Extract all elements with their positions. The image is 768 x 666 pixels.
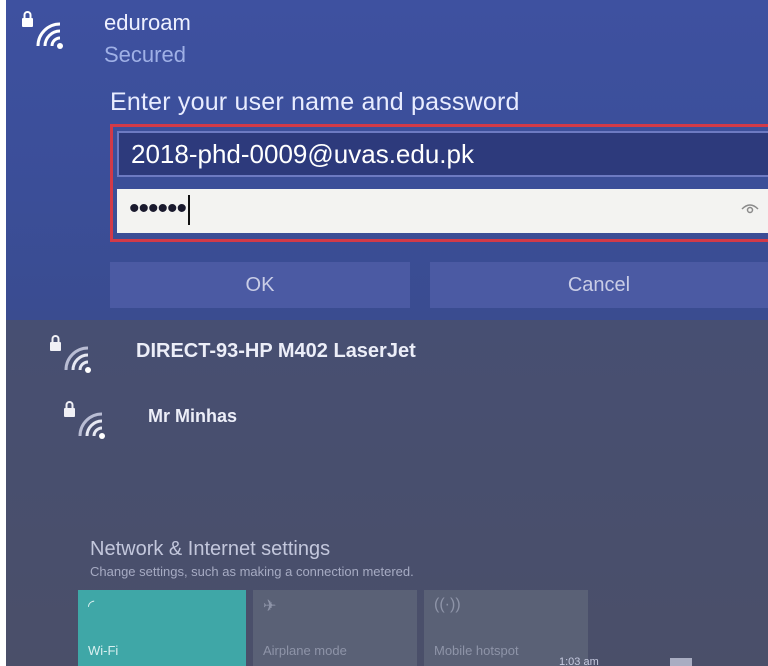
username-value: 2018-phd-0009@uvas.edu.pk (131, 139, 474, 169)
taskbar-clock[interactable]: 1:03 am (559, 656, 599, 666)
wifi-secured-icon (50, 335, 91, 373)
network-settings-description: Change settings, such as making a connec… (90, 564, 414, 579)
selected-network-name: eduroam (104, 10, 191, 35)
airplane-icon: ✈ (263, 598, 277, 615)
mobile-hotspot-tile[interactable]: ((·)) Mobile hotspot (424, 590, 588, 666)
network-flyout: eduroam Secured Enter your user name and… (6, 0, 768, 666)
wifi-toggle-tile[interactable]: ◜ Wi-Fi (78, 590, 246, 666)
wifi-secured-icon (22, 11, 63, 49)
credentials-box: 2018-phd-0009@uvas.edu.pk •••••• (110, 124, 768, 242)
credentials-prompt: Enter your user name and password (110, 88, 520, 116)
eye-icon[interactable] (741, 203, 759, 215)
wifi-icon: ◜ (88, 598, 95, 615)
wifi-secured-icon (64, 401, 105, 439)
network-settings-link[interactable]: Network & Internet settings (90, 538, 330, 561)
ok-button[interactable]: OK (110, 262, 410, 308)
airplane-mode-tile[interactable]: ✈ Airplane mode (253, 590, 417, 666)
selected-network-panel: eduroam Secured Enter your user name and… (6, 0, 768, 320)
tile-label: Airplane mode (263, 643, 347, 658)
tile-label: Mobile hotspot (434, 643, 519, 658)
network-name: Mr Minhas (148, 406, 238, 426)
network-name: DIRECT-93-HP M402 LaserJet (136, 340, 416, 362)
password-field[interactable]: •••••• (117, 189, 768, 233)
hotspot-icon: ((·)) (434, 596, 461, 613)
selected-network-status: Secured (104, 42, 186, 67)
notification-center-button[interactable] (670, 658, 692, 666)
username-field[interactable]: 2018-phd-0009@uvas.edu.pk (117, 131, 768, 177)
password-mask: •••••• (129, 192, 187, 225)
network-list-item[interactable]: DIRECT-93-HP M402 LaserJet (6, 326, 768, 382)
network-list-item[interactable]: Mr Minhas (6, 394, 768, 450)
text-caret (188, 195, 191, 226)
cancel-button[interactable]: Cancel (430, 262, 768, 308)
tile-label: Wi-Fi (88, 643, 119, 658)
